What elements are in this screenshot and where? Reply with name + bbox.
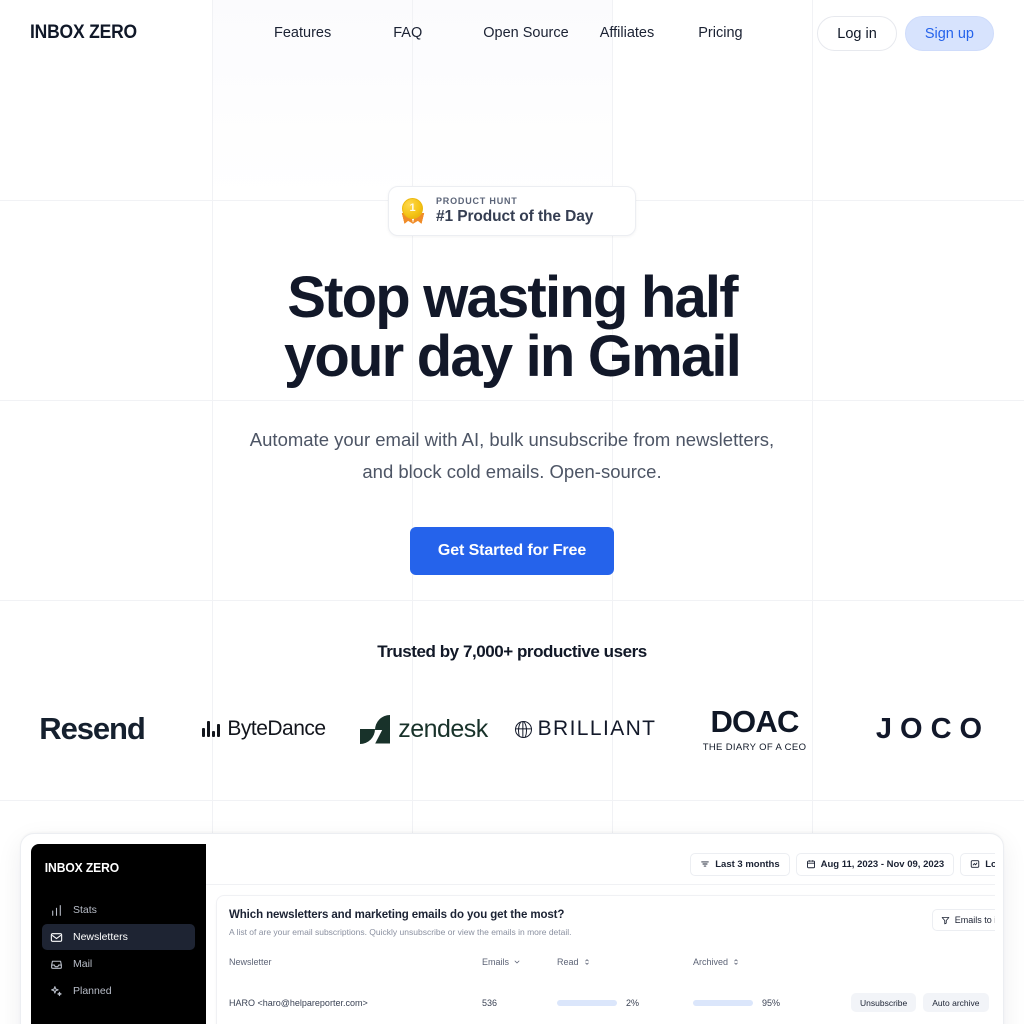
auto-archive-button[interactable]: Auto archive [923,993,989,1012]
subhead-line-1: Automate your email with AI, bulk unsubs… [249,429,775,450]
cell-read: 2% [557,998,693,1008]
nav-link-affiliates[interactable]: Affiliates [600,25,655,41]
date-range-button[interactable]: Aug 11, 2023 - Nov 09, 2023 [795,852,955,876]
app-sidebar: INBOX ZERO Stats Newsletters Mail Planne… [31,844,206,1024]
zendesk-mark-icon [360,714,391,744]
sort-updown-icon [584,959,589,965]
cell-emails: 536 [482,997,498,1008]
cell-archived: 95% [693,998,851,1008]
headline-line-1: Stop wasting half [287,265,738,330]
nav-link-open-source[interactable]: Open Source [483,25,568,41]
card-title: Which newsletters and marketing emails d… [229,909,565,921]
hero-subheading: Automate your email with AI, bulk unsubs… [0,424,1024,488]
main-nav: Features FAQ Open Source Affiliates Pric… [274,25,743,41]
nav-link-features[interactable]: Features [274,25,331,41]
logo-resend: Resend [39,711,145,746]
page-title: Stop wasting half your day in Gmail [0,268,1024,386]
medal-icon: 1 [401,198,425,224]
sparkles-icon [51,985,62,996]
row-actions: Unsubscribe Auto archive View [851,993,995,1012]
app-logo: INBOX ZERO [44,860,120,875]
column-header-read[interactable]: Read [557,957,693,967]
subhead-line-2: and block cold emails. Open-source. [362,461,662,482]
logo-bytedance: ByteDance [184,697,344,761]
logo-joco: JOCO [875,712,991,745]
headline-line-2: your day in Gmail [283,324,742,389]
emails-to-include-button[interactable]: Emails to include [931,909,995,931]
app-main-area: Last 3 months Aug 11, 2023 - Nov 09, 202… [206,844,995,1024]
calendar-icon [806,860,815,869]
read-percent: 2% [626,997,640,1008]
column-header-emails[interactable]: Emails [482,957,557,967]
envelope-icon [50,932,63,942]
newsletters-table: Newsletter Emails Read Archived HARO <ha… [229,957,995,1012]
sidebar-label-newsletters: Newsletters [73,931,128,943]
period-filter-label: Last 3 months [715,858,780,870]
unsubscribe-button[interactable]: Unsubscribe [851,993,917,1012]
sidebar-item-planned[interactable]: Planned [42,978,195,1004]
table-row[interactable]: HARO <haro@helpareporter.com> 536 2% 95% [229,993,995,1012]
column-header-newsletter: Newsletter [229,957,272,967]
sidebar-item-newsletters[interactable]: Newsletters [42,924,195,950]
period-filter-button[interactable]: Last 3 months [690,852,790,876]
sidebar-label-mail: Mail [73,958,93,970]
sort-updown-icon [734,959,738,965]
table-header-row: Newsletter Emails Read Archived [229,957,995,967]
site-header: INBOX ZERO Features FAQ Open Source Affi… [0,0,1024,68]
logo-zendesk: zendesk [344,697,504,761]
signup-button[interactable]: Sign up [904,16,994,51]
globe-icon [514,720,532,738]
funnel-icon [941,916,950,924]
filter-lines-icon [701,861,710,867]
chart-icon [971,860,980,868]
inbox-icon [51,960,62,969]
date-range-label: Aug 11, 2023 - Nov 09, 2023 [820,858,945,870]
login-button[interactable]: Log in [817,16,897,51]
landing-page: INBOX ZERO Features FAQ Open Source Affi… [0,0,1024,1024]
get-started-button[interactable]: Get Started for Free [409,527,615,575]
newsletters-card: Which newsletters and marketing emails d… [216,895,995,1024]
cta-container: Get Started for Free [0,527,1024,575]
load-stats-button[interactable]: Load Stats [960,852,995,876]
sidebar-label-planned: Planned [73,985,112,997]
cell-newsletter: HARO <haro@helpareporter.com> [229,997,368,1008]
sidebar-label-stats: Stats [73,904,97,916]
app-toolbar: Last 3 months Aug 11, 2023 - Nov 09, 202… [206,844,995,885]
card-subtitle: A list of are your email subscriptions. … [229,927,572,937]
load-stats-label: Load Stats [985,858,995,870]
auth-actions: Log in Sign up [817,16,994,51]
trusted-heading: Trusted by 7,000+ productive users [377,642,647,661]
bar-chart-icon [52,904,61,916]
nav-link-faq[interactable]: FAQ [393,25,422,41]
column-header-archived[interactable]: Archived [693,957,851,967]
logo-strip: Resend ByteDance zendesk BRILLIANT DOAC … [0,697,1024,761]
product-hunt-badge[interactable]: 1 PRODUCT HUNT #1 Product of the Day [388,186,636,236]
badge-title: #1 Product of the Day [436,208,594,225]
logo-brilliant: BRILLIANT [504,697,667,761]
badge-kicker: PRODUCT HUNT [436,196,518,206]
emails-to-include-label: Emails to include [954,915,995,925]
bytedance-bars-icon [202,721,221,737]
read-progress-bar [557,999,617,1006]
logo-inbox-zero[interactable]: INBOX ZERO [30,22,137,44]
chevron-down-icon [514,960,520,964]
medal-rank: 1 [402,198,423,219]
app-preview-window: INBOX ZERO Stats Newsletters Mail Planne… [20,833,1004,1024]
sidebar-item-stats[interactable]: Stats [42,897,195,923]
nav-link-pricing[interactable]: Pricing [698,25,742,41]
logo-doac: DOAC THE DIARY OF A CEO [702,703,807,753]
archived-percent: 95% [762,997,781,1008]
sidebar-item-mail[interactable]: Mail [42,951,195,977]
app-content: Which newsletters and marketing emails d… [206,885,995,1024]
archived-progress-bar [693,999,753,1006]
